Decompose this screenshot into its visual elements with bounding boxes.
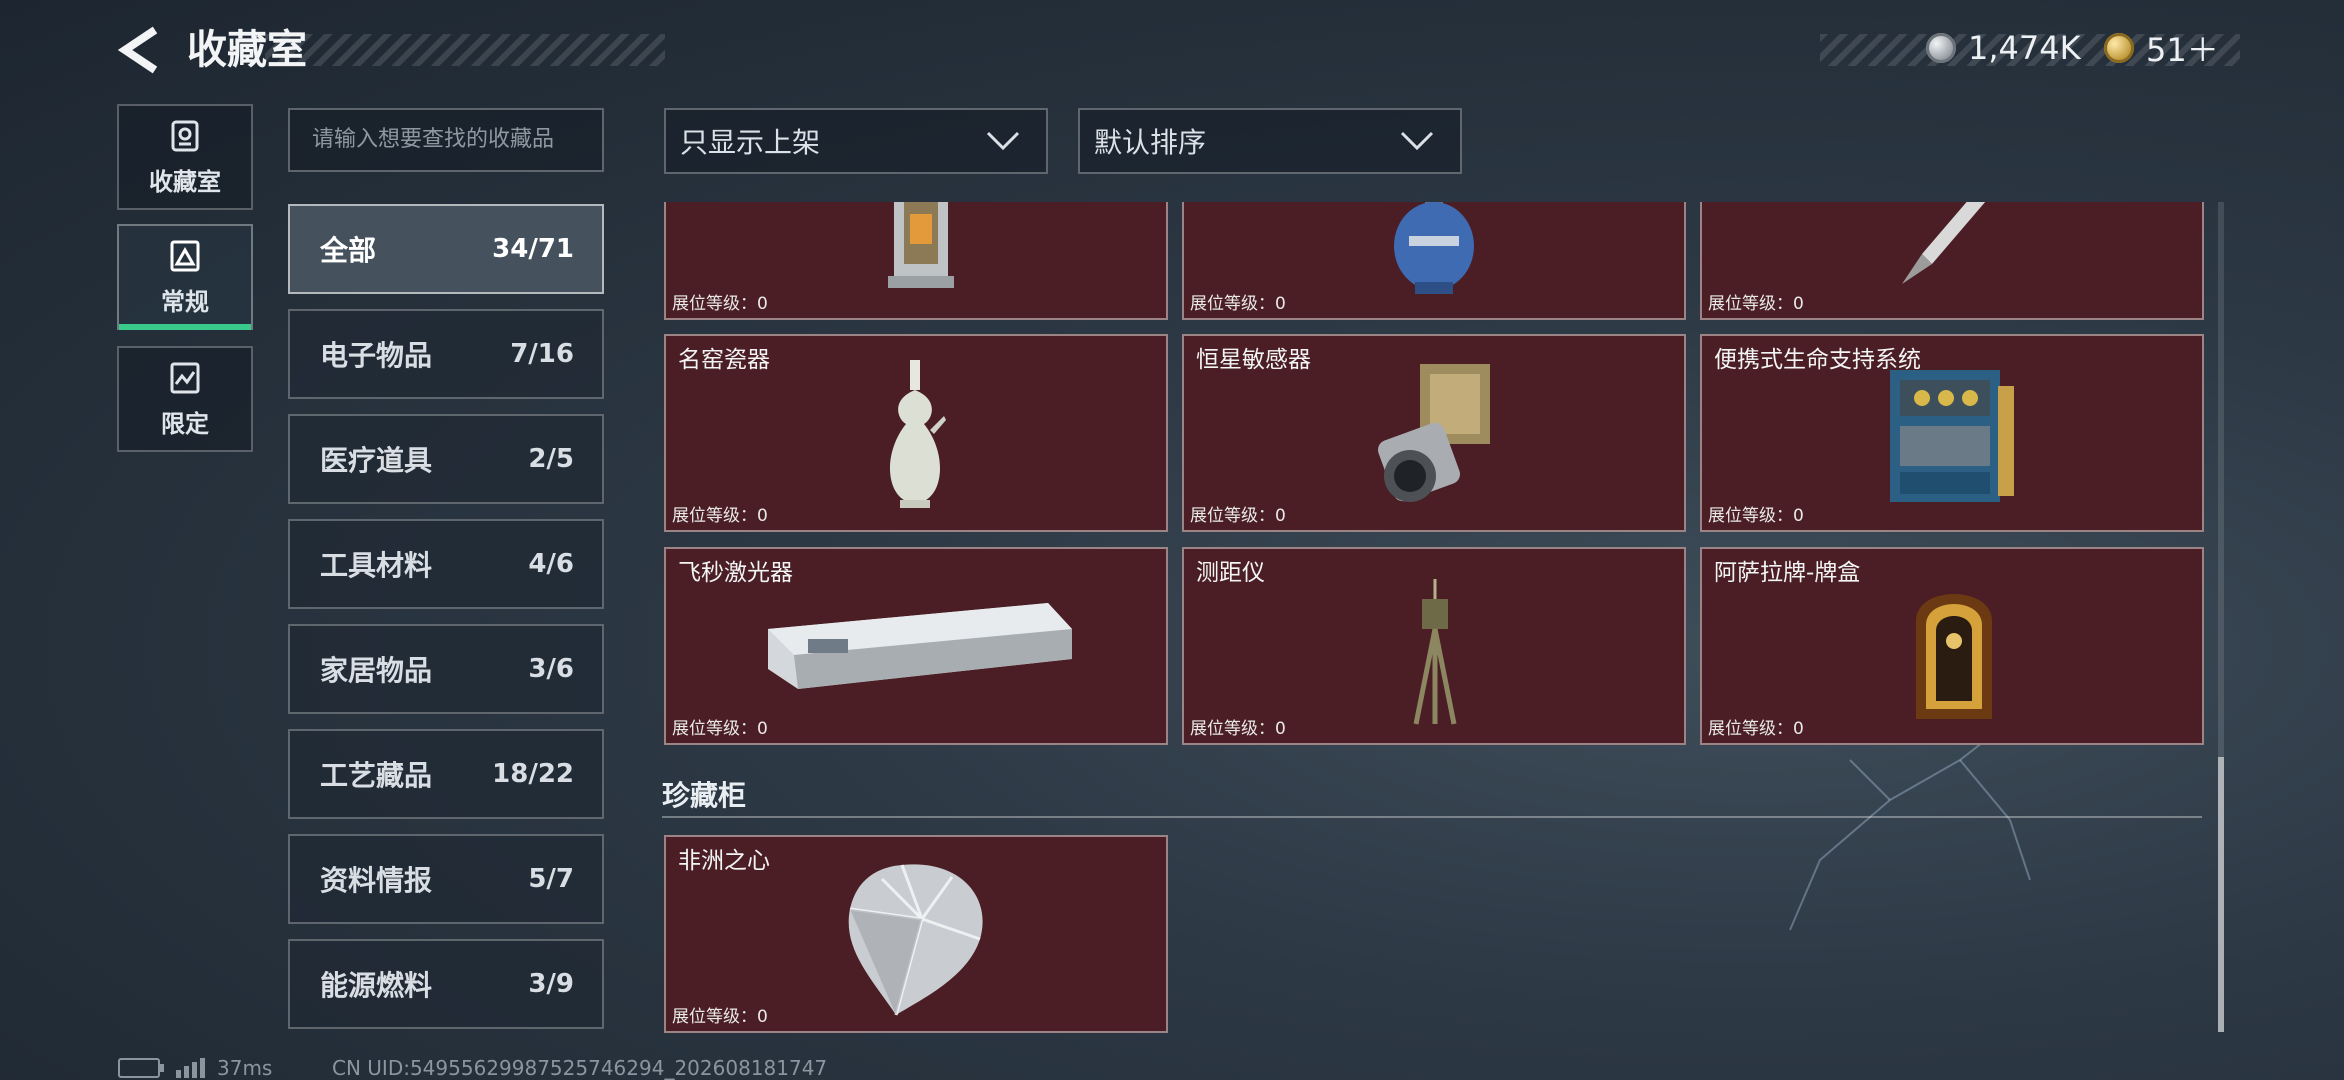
category-count: 18/22 <box>492 759 574 789</box>
item-name: 名窑瓷器 <box>678 347 770 373</box>
battery-icon <box>118 1058 164 1078</box>
category-tools[interactable]: 工具材料 4/6 <box>288 519 604 609</box>
booth-level: 展位等级：0 <box>672 506 768 526</box>
chevron-down-icon <box>986 131 1020 151</box>
collection-card[interactable]: 便携式生命支持系统 展位等级：0 <box>1700 334 2204 532</box>
category-all[interactable]: 全部 34/71 <box>288 204 604 294</box>
gold-currency[interactable]: 51＋ <box>2104 26 2219 70</box>
category-name: 家居物品 <box>320 654 433 687</box>
category-count: 3/9 <box>528 969 574 999</box>
booth-level: 展位等级：0 <box>1190 506 1286 526</box>
rail-tab-vault[interactable]: 收藏室 <box>117 104 253 210</box>
category-name: 工具材料 <box>320 549 433 582</box>
category-electronics[interactable]: 电子物品 7/16 <box>288 309 604 399</box>
collection-card[interactable]: 名窑瓷器 展位等级：0 <box>664 334 1168 532</box>
regular-collection-icon <box>170 240 200 271</box>
signal-icon <box>176 1058 205 1078</box>
collection-grid: 展位等级：0 展位等级：0 展位等级：0 名窑瓷器 展位等级：0 恒星敏感器 展… <box>662 202 2212 1036</box>
category-count: 34/71 <box>492 234 574 264</box>
title-hatch-decoration <box>265 34 665 66</box>
fountain-pen-icon <box>1902 202 1986 284</box>
section-divider <box>662 816 2202 818</box>
collection-card[interactable]: 恒星敏感器 展位等级：0 <box>1182 334 1686 532</box>
shelf-filter-dropdown[interactable]: 只显示上架 <box>664 108 1048 174</box>
card-box-icon <box>1916 594 1992 719</box>
item-name: 测距仪 <box>1196 560 1265 586</box>
rail-label-limited: 限定 <box>161 409 209 438</box>
category-intel[interactable]: 资料情报 5/7 <box>288 834 604 924</box>
collection-card[interactable]: 飞秒激光器 展位等级：0 <box>664 547 1168 745</box>
collection-card[interactable]: 展位等级：0 <box>1700 202 2204 320</box>
life-support-icon <box>1890 370 2014 502</box>
item-name: 非洲之心 <box>678 848 770 874</box>
category-crafts[interactable]: 工艺藏品 18/22 <box>288 729 604 819</box>
status-bar: 37ms <box>118 1056 272 1080</box>
collection-card[interactable]: 展位等级：0 <box>1182 202 1686 320</box>
booth-level: 展位等级：0 <box>1708 294 1804 314</box>
rail-tab-limited[interactable]: 限定 <box>117 346 253 452</box>
rail-label-regular: 常规 <box>161 287 209 316</box>
page-title: 收藏室 <box>187 27 307 73</box>
booth-level: 展位等级：0 <box>672 294 768 314</box>
star-sensor-icon <box>1377 364 1490 502</box>
search-input[interactable]: 请输入想要查找的收藏品 <box>288 108 604 172</box>
item-name: 恒星敏感器 <box>1196 347 1311 373</box>
booth-level: 展位等级：0 <box>1708 719 1804 739</box>
category-medical[interactable]: 医疗道具 2/5 <box>288 414 604 504</box>
collection-card[interactable]: 阿萨拉牌-牌盒 展位等级：0 <box>1700 547 2204 745</box>
shelf-filter-value: 只显示上架 <box>680 126 821 159</box>
category-count: 3/6 <box>528 654 574 684</box>
currency-bar: 1,474K 51＋ <box>1820 22 2240 74</box>
rail-tab-regular[interactable]: 常规 <box>117 224 253 330</box>
silver-amount: 1,474K <box>1968 29 2081 67</box>
treasure-section-title: 珍藏柜 <box>662 779 747 812</box>
item-name: 飞秒激光器 <box>678 560 793 586</box>
gas-tank-icon <box>1394 202 1474 294</box>
header: 收藏室 <box>115 20 665 80</box>
ping-value: 37ms <box>217 1056 273 1080</box>
booth-level: 展位等级：0 <box>1190 294 1286 314</box>
category-name: 资料情报 <box>320 864 433 897</box>
grid-scrollbar[interactable] <box>2218 202 2224 1032</box>
lantern-icon <box>888 202 954 288</box>
booth-level: 展位等级：0 <box>1190 719 1286 739</box>
item-name: 阿萨拉牌-牌盒 <box>1714 560 1861 586</box>
category-household[interactable]: 家居物品 3/6 <box>288 624 604 714</box>
category-name: 医疗道具 <box>320 444 433 477</box>
category-count: 7/16 <box>510 339 574 369</box>
category-name: 电子物品 <box>320 339 433 372</box>
category-name: 工艺藏品 <box>320 759 433 792</box>
back-arrow-icon[interactable] <box>115 24 163 76</box>
category-count: 5/7 <box>528 864 574 894</box>
category-name: 全部 <box>320 234 377 267</box>
limited-collection-icon <box>170 362 200 393</box>
rangefinder-tripod-icon <box>1413 579 1457 725</box>
sort-value: 默认排序 <box>1094 126 1207 159</box>
vault-icon <box>171 120 199 151</box>
booth-level: 展位等级：0 <box>672 719 768 739</box>
collection-card[interactable]: 测距仪 展位等级：0 <box>1182 547 1686 745</box>
booth-level: 展位等级：0 <box>1708 506 1804 526</box>
category-energy[interactable]: 能源燃料 3/9 <box>288 939 604 1029</box>
category-count: 4/6 <box>528 549 574 579</box>
scrollbar-thumb[interactable] <box>2218 757 2224 1032</box>
collection-card[interactable]: 非洲之心 展位等级：0 <box>664 835 1168 1033</box>
collection-card[interactable]: 展位等级：0 <box>664 202 1168 320</box>
porcelain-vase-icon <box>889 360 946 508</box>
gold-coin-icon <box>2104 33 2134 63</box>
user-uid: CN UID:549556299875257462​94_20260818174… <box>332 1056 828 1080</box>
sort-dropdown[interactable]: 默认排序 <box>1078 108 1462 174</box>
laser-device-icon <box>768 603 1072 689</box>
diamond-icon <box>848 864 983 1016</box>
chevron-down-icon <box>1400 131 1434 151</box>
silver-coin-icon <box>1926 33 1956 63</box>
category-count: 2/5 <box>528 444 574 474</box>
booth-level: 展位等级：0 <box>672 1007 768 1027</box>
silver-currency: 1,474K <box>1926 26 2081 70</box>
gold-amount: 51＋ <box>2146 31 2219 69</box>
category-name: 能源燃料 <box>320 969 433 1002</box>
rail-label-vault: 收藏室 <box>149 167 221 196</box>
